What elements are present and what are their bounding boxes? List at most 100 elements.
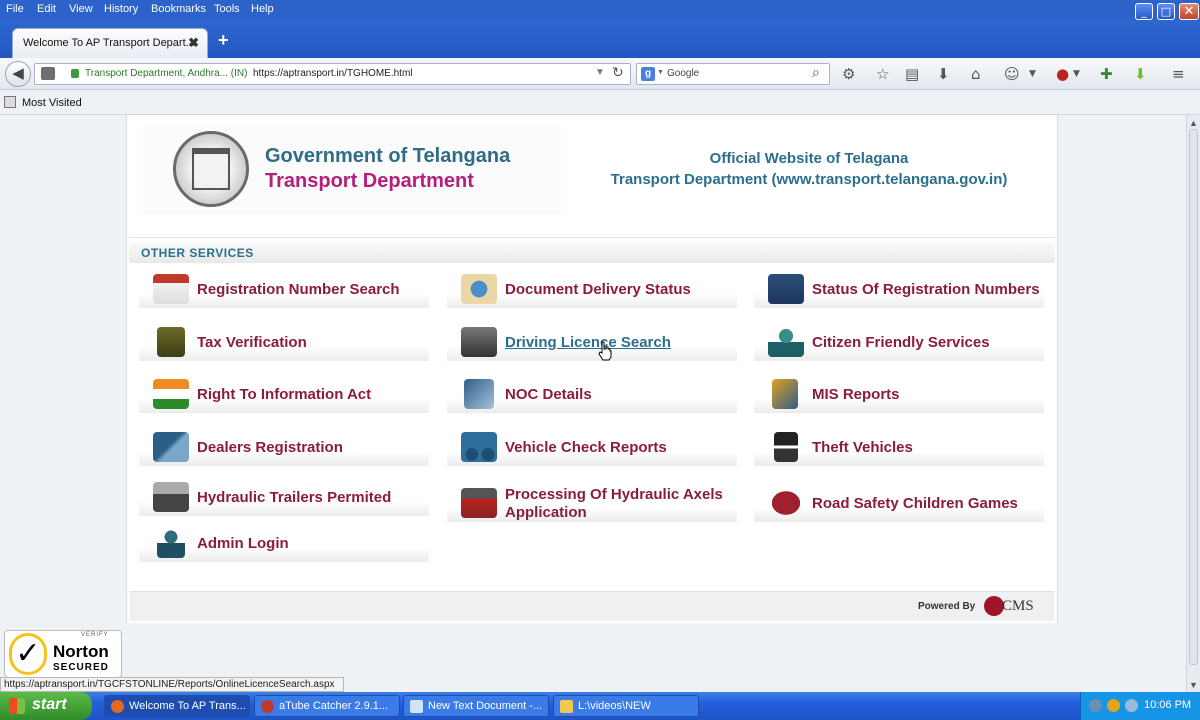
menu-bar: File Edit View History Bookmarks Tools H…	[0, 0, 1200, 20]
document-delivery-icon	[461, 274, 497, 304]
reload-icon[interactable]: ↻	[612, 65, 624, 81]
tray-app-icon[interactable]	[1107, 699, 1120, 712]
official-website-line2: Transport Department (www.transport.tela…	[610, 171, 1008, 188]
service-processing-of-hydraulic-axels[interactable]: Processing Of Hydraulic Axels Applicatio…	[447, 484, 737, 522]
service-admin-login[interactable]: Admin Login	[139, 524, 429, 562]
service-right-to-information-act[interactable]: Right To Information Act	[139, 375, 429, 413]
service-label: Citizen Friendly Services	[812, 334, 990, 351]
service-label: Road Safety Children Games	[812, 495, 1018, 512]
service-status-of-registration-numbers[interactable]: Status Of Registration Numbers	[754, 270, 1044, 308]
home-icon[interactable]: ⌂	[971, 65, 981, 83]
start-button[interactable]: start	[0, 692, 92, 720]
noc-details-icon	[464, 379, 494, 409]
mis-reports-icon	[772, 379, 798, 409]
page-footer: Powered By CMS	[130, 591, 1054, 621]
scroll-thumb[interactable]	[1189, 129, 1198, 665]
service-label: Dealers Registration	[197, 439, 343, 456]
tray-network-icon[interactable]	[1089, 699, 1102, 712]
menu-edit[interactable]: Edit	[37, 3, 56, 15]
vehicle-check-icon	[461, 432, 497, 462]
addon-icon[interactable]: ⚙	[842, 65, 855, 83]
url-bar[interactable]: Transport Department, Andhra... (IN) htt…	[34, 63, 631, 85]
new-tab-button[interactable]: +	[218, 30, 229, 51]
search-input[interactable]: Google	[667, 68, 699, 79]
bookmark-star-icon[interactable]: ☆	[876, 65, 889, 83]
norton-secured-badge[interactable]: ✓ VERIFY Norton SECURED	[4, 630, 122, 678]
vertical-scrollbar[interactable]: ▲ ▼	[1186, 115, 1200, 692]
url-dropdown-icon[interactable]: ▼	[595, 67, 605, 78]
taskbar-item-folder[interactable]: L:\videos\NEW	[553, 695, 699, 717]
minimize-button[interactable]: _	[1135, 3, 1153, 20]
service-document-delivery-status[interactable]: Document Delivery Status	[447, 270, 737, 308]
windows-logo-icon	[9, 698, 25, 714]
menu-bookmarks[interactable]: Bookmarks	[151, 3, 206, 15]
service-label: Tax Verification	[197, 334, 307, 351]
url-text: https://aptransport.in/TGHOME.html	[253, 68, 413, 79]
trailer-icon	[153, 482, 189, 512]
scroll-up-icon[interactable]: ▲	[1189, 118, 1198, 128]
search-icon[interactable]: ⌕	[812, 65, 820, 81]
norton-secured: SECURED	[53, 662, 109, 673]
service-theft-vehicles[interactable]: Theft Vehicles	[754, 428, 1044, 466]
puzzle-icon[interactable]: ✚	[1100, 65, 1113, 83]
taskbar: start Welcome To AP Trans... aTube Catch…	[0, 692, 1200, 720]
downloads-icon[interactable]: ⬇	[937, 65, 950, 83]
taskbar-item-label: L:\videos\NEW	[578, 700, 651, 712]
norton-verify: VERIFY	[81, 632, 109, 638]
extension-dropdown-icon[interactable]: ▼	[1029, 69, 1036, 79]
most-visited-link[interactable]: Most Visited	[22, 97, 82, 109]
close-window-button[interactable]: ✕	[1179, 3, 1199, 20]
service-road-safety-children-games[interactable]: Road Safety Children Games	[754, 484, 1044, 522]
service-vehicle-check-reports[interactable]: Vehicle Check Reports	[447, 428, 737, 466]
google-icon: g	[641, 67, 655, 81]
service-dealers-registration[interactable]: Dealers Registration	[139, 428, 429, 466]
menu-icon[interactable]: ≡	[1172, 65, 1185, 83]
india-flag-icon	[153, 379, 189, 409]
adblock-icon[interactable]: ●	[1056, 65, 1069, 83]
service-hydraulic-trailers-permited[interactable]: Hydraulic Trailers Permited	[139, 478, 429, 516]
service-label: Processing Of Hydraulic Axels Applicatio…	[505, 486, 723, 521]
telangana-emblem-icon	[173, 131, 249, 207]
tab-active[interactable]: Welcome To AP Transport Depart... ✖	[12, 28, 208, 58]
service-tax-verification[interactable]: Tax Verification	[139, 323, 429, 361]
service-registration-number-search[interactable]: Registration Number Search	[139, 270, 429, 308]
search-bar[interactable]: g ▼ Google ⌕	[636, 63, 830, 85]
tray-volume-icon[interactable]	[1125, 699, 1138, 712]
bookmarks-list-icon[interactable]: ▤	[905, 65, 919, 83]
back-arrow-icon: ◀	[12, 65, 24, 82]
handshake-icon	[153, 432, 189, 462]
atube-icon	[261, 700, 274, 713]
back-button[interactable]: ◀	[5, 61, 31, 87]
status-url: https://aptransport.in/TGCFSTONLINE/Repo…	[4, 679, 335, 690]
most-visited-icon	[4, 96, 16, 108]
system-tray: 10:06 PM	[1080, 692, 1200, 720]
taskbar-item-notepad[interactable]: New Text Document -...	[403, 695, 549, 717]
service-label: MIS Reports	[812, 386, 900, 403]
dept-title: Transport Department	[265, 170, 474, 192]
tab-close-icon[interactable]: ✖	[188, 35, 199, 51]
cms-logo[interactable]: CMS	[984, 596, 1040, 616]
taskbar-item-atube[interactable]: aTube Catcher 2.9.1...	[254, 695, 400, 717]
maximize-button[interactable]: □	[1157, 3, 1175, 20]
menu-file[interactable]: File	[6, 3, 24, 15]
service-mis-reports[interactable]: MIS Reports	[754, 375, 1044, 413]
header-logo-panel: Government of Telangana Transport Depart…	[143, 123, 561, 215]
service-citizen-friendly-services[interactable]: Citizen Friendly Services	[754, 323, 1044, 361]
gov-title: Government of Telangana	[265, 145, 511, 167]
service-driving-licence-search[interactable]: Driving Licence Search	[447, 323, 737, 361]
menu-tools[interactable]: Tools	[214, 3, 240, 15]
menu-view[interactable]: View	[69, 3, 93, 15]
taskbar-item-browser[interactable]: Welcome To AP Trans...	[104, 695, 250, 717]
extension-icon[interactable]: ☺	[1004, 65, 1020, 83]
service-noc-details[interactable]: NOC Details	[447, 375, 737, 413]
download-helper-icon[interactable]: ⬇	[1134, 65, 1147, 83]
adblock-dropdown-icon[interactable]: ▼	[1073, 69, 1080, 79]
search-engine-dropdown-icon[interactable]: ▼	[657, 69, 664, 76]
scroll-down-icon[interactable]: ▼	[1189, 680, 1198, 690]
menu-help[interactable]: Help	[251, 3, 274, 15]
navigation-bar: ◀ Transport Department, Andhra... (IN) h…	[0, 58, 1200, 90]
site-identity: Transport Department, Andhra... (IN)	[85, 68, 248, 79]
cms-text: CMS	[1002, 598, 1034, 614]
menu-history[interactable]: History	[104, 3, 138, 15]
emblem-building	[192, 148, 230, 190]
